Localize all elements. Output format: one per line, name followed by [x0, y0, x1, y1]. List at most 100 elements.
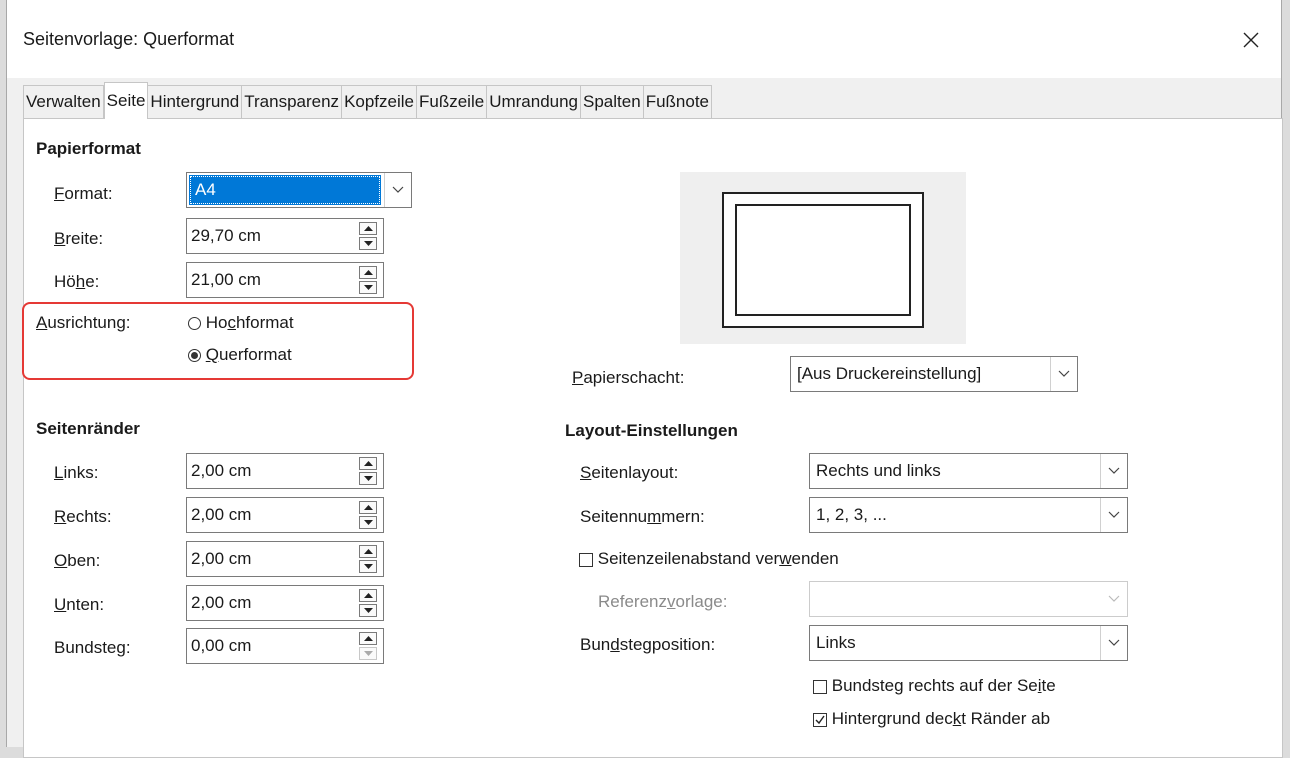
height-spinner[interactable]: 21,00 cm	[186, 262, 384, 298]
page-layout-label: Seitenlayout:	[580, 463, 679, 482]
radio-icon	[188, 317, 201, 331]
gutter-position-select[interactable]: Links	[809, 625, 1128, 661]
landscape-radio[interactable]: Querformat	[188, 345, 292, 365]
reference-style-select[interactable]	[809, 581, 1128, 617]
radio-selected-icon	[188, 349, 201, 363]
gutter-right-label: Bundsteg rechts auf der Seite	[831, 676, 1056, 695]
page-numbers-label: Seitennummern:	[580, 507, 705, 526]
width-increment-button[interactable]	[359, 222, 377, 235]
preview-margins	[735, 204, 911, 316]
arrow-down-icon	[363, 241, 373, 246]
tab-seite[interactable]: Seite	[103, 82, 149, 119]
landscape-label: Querformat	[205, 345, 292, 364]
paper-tray-label: Papierschacht:	[572, 368, 685, 387]
tab-transparenz[interactable]: Transparenz	[242, 85, 343, 118]
chevron-down-icon[interactable]	[1100, 626, 1127, 660]
margin-left-decrement-button[interactable]	[359, 472, 377, 485]
margin-top-value: 2,00 cm	[191, 549, 252, 568]
chevron-down-icon[interactable]	[1050, 357, 1077, 391]
arrow-down-icon	[363, 608, 373, 613]
margin-left-value: 2,00 cm	[191, 461, 252, 480]
checkbox-icon	[813, 679, 827, 694]
arrow-down-icon	[363, 564, 373, 569]
arrow-up-icon	[363, 636, 373, 641]
arrow-up-icon	[363, 549, 373, 554]
chevron-down-icon[interactable]	[384, 173, 411, 207]
gutter-decrement-button[interactable]	[359, 647, 377, 660]
reference-style-label: Referenzvorlage:	[598, 592, 728, 611]
page-numbers-value: 1, 2, 3, ...	[816, 505, 887, 524]
preview-paper	[722, 192, 924, 328]
format-select[interactable]: A4	[186, 172, 412, 208]
margins-heading: Seitenränder	[36, 419, 140, 438]
width-decrement-button[interactable]	[359, 237, 377, 250]
format-selection-highlight	[189, 175, 381, 205]
height-increment-button[interactable]	[359, 266, 377, 279]
page-numbers-select[interactable]: 1, 2, 3, ...	[809, 497, 1128, 533]
margin-top-label: Oben:	[54, 551, 101, 570]
format-value: A4	[195, 180, 216, 199]
margin-right-decrement-button[interactable]	[359, 516, 377, 529]
width-label: Breite:	[54, 229, 104, 248]
title-bar: Seitenvorlage: Querformat	[7, 0, 1281, 78]
width-value: 29,70 cm	[191, 226, 261, 245]
arrow-up-icon	[363, 270, 373, 275]
width-spinner[interactable]: 29,70 cm	[186, 218, 384, 254]
tab-umrandung[interactable]: Umrandung	[487, 85, 582, 118]
margin-top-increment-button[interactable]	[359, 545, 377, 558]
tab-kopfzeile[interactable]: Kopfzeile	[342, 85, 417, 118]
close-icon	[1243, 32, 1259, 48]
page-layout-value: Rechts und links	[816, 461, 941, 480]
arrow-down-icon	[363, 285, 373, 290]
gutter-spinner[interactable]: 0,00 cm	[186, 628, 384, 664]
margin-top-spinner[interactable]: 2,00 cm	[186, 541, 384, 577]
arrow-up-icon	[363, 505, 373, 510]
gutter-right-checkbox[interactable]: Bundsteg rechts auf der Seite	[813, 676, 1056, 696]
register-true-label: Seitenzeilenabstand verwenden	[597, 549, 839, 568]
gutter-value: 0,00 cm	[191, 636, 252, 655]
margin-bottom-label: Unten:	[54, 595, 105, 614]
gutter-increment-button[interactable]	[359, 632, 377, 645]
arrow-up-icon	[363, 461, 373, 466]
margin-left-increment-button[interactable]	[359, 457, 377, 470]
paper-tray-value: [Aus Druckereinstellung]	[797, 364, 982, 383]
format-label: Format:	[54, 184, 113, 203]
margin-right-spinner[interactable]: 2,00 cm	[186, 497, 384, 533]
chevron-down-icon[interactable]	[1100, 454, 1127, 488]
arrow-down-icon	[363, 651, 373, 656]
chevron-down-icon	[1101, 582, 1127, 616]
margin-left-label: Links:	[54, 463, 99, 482]
gutter-position-value: Links	[816, 633, 856, 652]
page-layout-select[interactable]: Rechts und links	[809, 453, 1128, 489]
margin-bottom-decrement-button[interactable]	[359, 604, 377, 617]
background-covers-label: Hintergrund deckt Ränder ab	[831, 709, 1051, 728]
tab-fusszeile[interactable]: Fußzeile	[417, 85, 488, 118]
layout-settings-heading: Layout-Einstellungen	[565, 421, 738, 440]
tab-spalten[interactable]: Spalten	[581, 85, 644, 118]
tab-hintergrund[interactable]: Hintergrund	[148, 85, 243, 118]
margin-right-increment-button[interactable]	[359, 501, 377, 514]
arrow-down-icon	[363, 476, 373, 481]
paper-tray-select[interactable]: [Aus Druckereinstellung]	[790, 356, 1078, 392]
portrait-label: Hochformat	[205, 313, 294, 332]
arrow-down-icon	[363, 520, 373, 525]
margin-bottom-increment-button[interactable]	[359, 589, 377, 602]
margin-bottom-spinner[interactable]: 2,00 cm	[186, 585, 384, 621]
chevron-down-icon[interactable]	[1100, 498, 1127, 532]
orientation-label: Ausrichtung:	[36, 313, 131, 332]
tab-verwalten[interactable]: Verwalten	[23, 85, 104, 118]
height-decrement-button[interactable]	[359, 281, 377, 294]
close-button[interactable]	[1229, 18, 1273, 62]
tab-fussnote[interactable]: Fußnote	[643, 85, 712, 118]
register-true-checkbox[interactable]: Seitenzeilenabstand verwenden	[579, 549, 839, 569]
background-covers-checkbox[interactable]: Hintergrund deckt Ränder ab	[813, 709, 1050, 729]
checkbox-icon	[579, 552, 593, 567]
gutter-position-label: Bundstegposition:	[580, 635, 716, 654]
checkbox-checked-icon	[813, 712, 827, 727]
margin-right-value: 2,00 cm	[191, 505, 252, 524]
margin-left-spinner[interactable]: 2,00 cm	[186, 453, 384, 489]
margin-top-decrement-button[interactable]	[359, 560, 377, 573]
gutter-label: Bundsteg:	[54, 638, 131, 657]
height-label: Höhe:	[54, 272, 100, 291]
portrait-radio[interactable]: Hochformat	[188, 313, 294, 333]
